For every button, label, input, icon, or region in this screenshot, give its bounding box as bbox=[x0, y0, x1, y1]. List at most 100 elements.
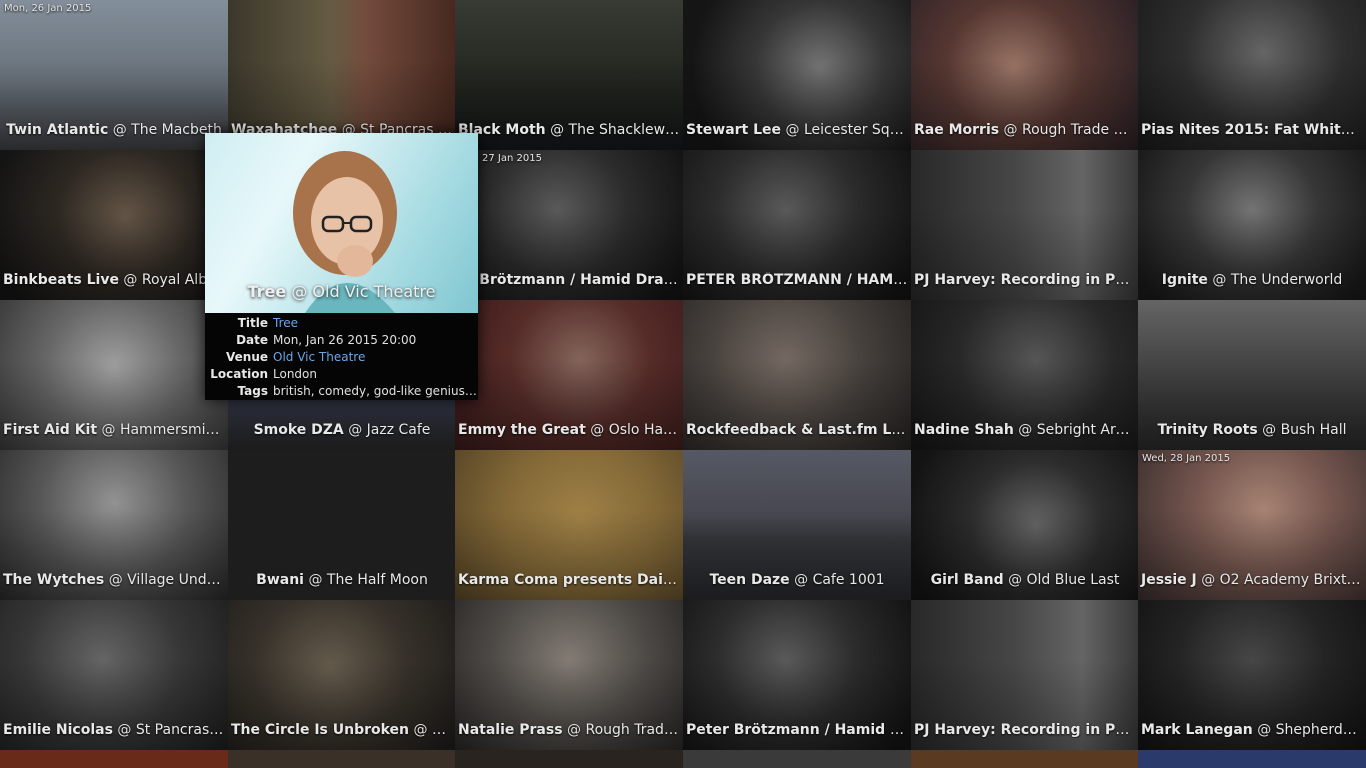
event-tile[interactable]: Karma Coma presents Daisy Vi... bbox=[455, 450, 683, 600]
event-tile[interactable]: Natalie Prass @ Rough Trade East bbox=[455, 600, 683, 750]
event-caption: Emmy the Great @ Oslo Hackney bbox=[455, 422, 683, 438]
detail-row-title: Title Tree bbox=[205, 315, 478, 332]
event-caption: Smoke DZA @ Jazz Cafe bbox=[253, 422, 431, 438]
location-value: London bbox=[273, 367, 317, 381]
tags-value: british, comedy, god-like genius, st... bbox=[273, 384, 478, 398]
artist-name: Stewart Lee bbox=[686, 122, 782, 138]
event-tile[interactable]: Pias Nites 2015: Fat White Fam... bbox=[1138, 0, 1366, 150]
date-label: Wed, 28 Jan 2015 bbox=[1142, 453, 1231, 464]
event-caption: Emilie Nicolas @ St Pancras Old ... bbox=[0, 722, 228, 738]
event-caption: Teen Daze @ Cafe 1001 bbox=[709, 572, 885, 588]
event-caption: Jessie J @ O2 Academy Brixton bbox=[1141, 572, 1364, 588]
artist-name: Girl Band bbox=[930, 572, 1004, 588]
event-tile[interactable]: First Aid Kit @ Hammersmith A... bbox=[0, 300, 228, 450]
artist-name: Rae Morris bbox=[914, 122, 1000, 138]
artist-name: Pias Nites 2015: Fat White Fam... bbox=[1141, 122, 1366, 138]
event-tile[interactable]: Emmy the Great @ Oslo Hackney bbox=[455, 300, 683, 450]
venue-link[interactable]: Old Vic Theatre bbox=[273, 350, 365, 364]
event-caption: The Circle Is Unbroken @ Old Q... bbox=[228, 722, 456, 738]
event-tile[interactable]: Ignite @ The Underworld bbox=[1138, 150, 1366, 300]
event-tile[interactable]: Waxahatchee @ St Pancras Old ... bbox=[228, 0, 456, 150]
artist-name: PJ Harvey: Recording in Progre... bbox=[914, 272, 1139, 288]
event-caption: Peter Brötzmann / Hamid Drak... bbox=[683, 722, 911, 738]
event-caption: Girl Band @ Old Blue Last bbox=[930, 572, 1120, 588]
event-caption: Bwani @ The Half Moon bbox=[256, 572, 428, 588]
event-caption: Black Moth @ The Shacklewell A... bbox=[455, 122, 683, 138]
artist-name: Ignite bbox=[1161, 272, 1208, 288]
artist-name: Jessie J bbox=[1141, 572, 1197, 588]
detail-row-tags: Tags british, comedy, god-like genius, s… bbox=[205, 383, 478, 400]
event-tile[interactable]: Rae Morris @ Rough Trade East bbox=[911, 0, 1139, 150]
artist-name: Binkbeats Live bbox=[3, 272, 119, 288]
detail-row-venue: Venue Old Vic Theatre bbox=[205, 349, 478, 366]
event-tile[interactable]: PETER BRÖTZMANN / HAMID D... bbox=[683, 150, 911, 300]
event-tile[interactable] bbox=[683, 750, 911, 768]
event-tile[interactable]: 27 Jan 2015 er Brötzmann / Hamid Drak... bbox=[455, 150, 683, 300]
venue-name: Old Blue Last bbox=[1026, 572, 1120, 588]
event-tile[interactable] bbox=[228, 750, 456, 768]
venue-name: Rough Trade East bbox=[1022, 122, 1139, 138]
event-tile[interactable]: Mon, 26 Jan 2015 Twin Atlantic @ The Mac… bbox=[0, 0, 228, 150]
popup-artist: Tree bbox=[247, 282, 287, 301]
artist-name: er Brötzmann / Hamid Drak... bbox=[458, 272, 683, 288]
event-tile[interactable]: Mark Lanegan @ Shepherds Bu... bbox=[1138, 600, 1366, 750]
date-label: Mon, 26 Jan 2015 bbox=[4, 3, 92, 14]
event-tile[interactable] bbox=[0, 750, 228, 768]
artist-name: Emmy the Great bbox=[458, 422, 586, 438]
event-tile[interactable]: PJ Harvey: Recording in Progre... bbox=[911, 600, 1139, 750]
title-link[interactable]: Tree bbox=[273, 316, 298, 330]
event-tile[interactable]: Wed, 28 Jan 2015 Jessie J @ O2 Academy B… bbox=[1138, 450, 1366, 600]
event-tile[interactable]: Rockfeedback & Last.fm Live p... bbox=[683, 300, 911, 450]
event-caption: First Aid Kit @ Hammersmith A... bbox=[0, 422, 228, 438]
event-tile[interactable]: The Wytches @ Village Undergr... bbox=[0, 450, 228, 600]
artist-name: PETER BRÖTZMANN / HAMID D... bbox=[686, 272, 911, 288]
venue-name: Old Q... bbox=[431, 722, 456, 738]
venue-name: St Pancras Old ... bbox=[135, 722, 228, 738]
event-tile[interactable]: Bwani @ The Half Moon bbox=[228, 450, 456, 600]
venue-name: O2 Academy Brixton bbox=[1219, 572, 1364, 588]
artist-name: Bwani bbox=[256, 572, 304, 588]
event-tile[interactable]: Stewart Lee @ Leicester Square ... bbox=[683, 0, 911, 150]
venue-name: Sebright Arms bbox=[1036, 422, 1137, 438]
venue-name: Hammersmith A... bbox=[119, 422, 228, 438]
event-tile[interactable]: Nadine Shah @ Sebright Arms bbox=[911, 300, 1139, 450]
event-caption: Rae Morris @ Rough Trade East bbox=[911, 122, 1139, 138]
venue-name: Shepherds Bu... bbox=[1275, 722, 1366, 738]
artist-name: The Wytches bbox=[3, 572, 105, 588]
event-tile[interactable] bbox=[455, 750, 683, 768]
title-key: Title bbox=[237, 316, 268, 330]
event-tile[interactable]: Girl Band @ Old Blue Last bbox=[911, 450, 1139, 600]
date-label: 27 Jan 2015 bbox=[482, 153, 542, 164]
location-key: Location bbox=[210, 367, 268, 381]
event-caption: PETER BRÖTZMANN / HAMID D... bbox=[683, 272, 911, 288]
event-tile[interactable] bbox=[1138, 750, 1366, 768]
event-caption: Stewart Lee @ Leicester Square ... bbox=[683, 122, 911, 138]
artist-name: First Aid Kit bbox=[3, 422, 98, 438]
venue-name: Leicester Square ... bbox=[803, 122, 911, 138]
artist-name: Emilie Nicolas bbox=[3, 722, 113, 738]
artist-name: Teen Daze bbox=[709, 572, 790, 588]
artist-name: Nadine Shah bbox=[914, 422, 1014, 438]
event-caption: Rockfeedback & Last.fm Live p... bbox=[683, 422, 911, 438]
date-key: Date bbox=[236, 333, 268, 347]
event-caption: Natalie Prass @ Rough Trade East bbox=[455, 722, 683, 738]
event-tile[interactable]: Teen Daze @ Cafe 1001 bbox=[683, 450, 911, 600]
event-popup[interactable]: Tree @ Old Vic Theatre Title Tree Date M… bbox=[205, 133, 478, 400]
event-tile[interactable]: Peter Brötzmann / Hamid Drak... bbox=[683, 600, 911, 750]
artist-name: Rockfeedback & Last.fm Live p... bbox=[686, 422, 911, 438]
event-tile[interactable]: Binkbeats Live @ Royal Albert bbox=[0, 150, 228, 300]
venue-name: Jazz Cafe bbox=[366, 422, 431, 438]
event-tile[interactable]: Trinity Roots @ Bush Hall bbox=[1138, 300, 1366, 450]
event-tile[interactable]: PJ Harvey: Recording in Progre... bbox=[911, 150, 1139, 300]
event-tile[interactable]: The Circle Is Unbroken @ Old Q... bbox=[228, 600, 456, 750]
event-tile[interactable]: Black Moth @ The Shacklewell A... bbox=[455, 0, 683, 150]
event-caption: The Wytches @ Village Undergr... bbox=[0, 572, 228, 588]
event-caption: Nadine Shah @ Sebright Arms bbox=[914, 422, 1137, 438]
artist-name: Natalie Prass bbox=[458, 722, 563, 738]
tags-key: Tags bbox=[237, 384, 268, 398]
event-tile[interactable] bbox=[911, 750, 1139, 768]
venue-name: Village Undergr... bbox=[127, 572, 228, 588]
artist-name: Trinity Roots bbox=[1157, 422, 1258, 438]
venue-name: Rough Trade East bbox=[585, 722, 683, 738]
event-tile[interactable]: Emilie Nicolas @ St Pancras Old ... bbox=[0, 600, 228, 750]
